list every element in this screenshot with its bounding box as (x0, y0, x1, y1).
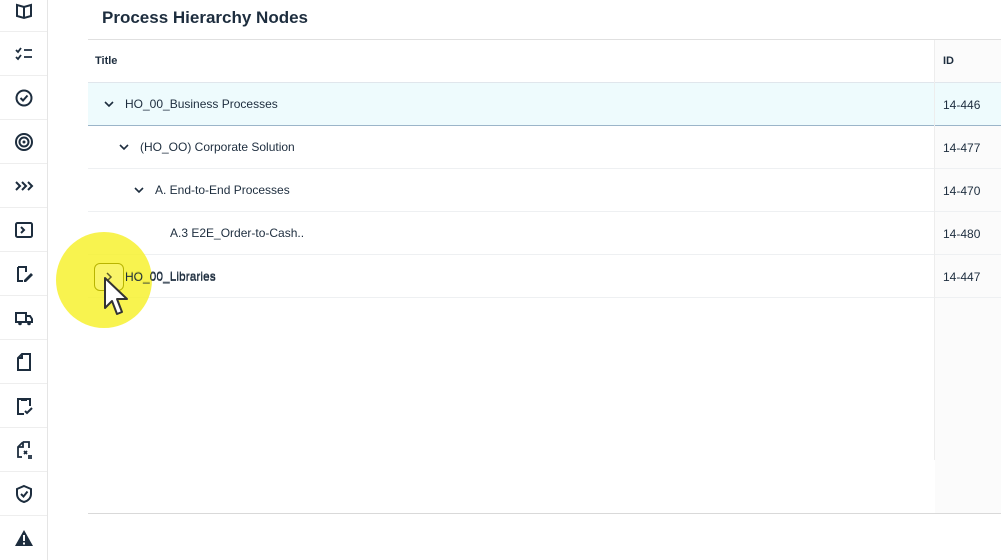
row-title: (HO_OO) Corporate Solution (140, 140, 295, 154)
sidebar-item-book[interactable] (0, 0, 47, 32)
document-icon (16, 352, 31, 371)
sidebar-rail (0, 0, 48, 560)
book-icon (15, 3, 32, 19)
shield-check-icon (15, 484, 32, 503)
row-title: HO_00_Business Processes (125, 97, 278, 111)
chevron-down-icon[interactable] (102, 97, 116, 111)
table-row[interactable]: HO_00_Business Processes 14-446 (88, 83, 1001, 126)
row-title-overlay: HO_00_Libraries (125, 270, 216, 284)
process-hierarchy-table: Title ID HO_00_Business Processes 14-446… (88, 39, 1001, 514)
row-id: 14-447 (943, 270, 981, 284)
sidebar-item-tasks[interactable] (0, 32, 47, 76)
checklist-icon (14, 46, 32, 60)
sidebar-item-shield[interactable] (0, 472, 47, 516)
edit-document-icon (16, 265, 33, 282)
clipboard-check-icon (16, 397, 33, 415)
table-row[interactable]: A. End-to-End Processes 14-470 (88, 169, 1001, 212)
sidebar-item-clipboard[interactable] (0, 384, 47, 428)
chevron-down-icon[interactable] (117, 140, 131, 154)
mouse-pointer-icon (104, 277, 128, 315)
sidebar-item-document[interactable] (0, 340, 47, 384)
divider (88, 513, 1001, 514)
row-id: 14-477 (943, 141, 981, 155)
table-row[interactable]: (HO_OO) Corporate Solution 14-477 (88, 126, 1001, 169)
warning-icon (14, 530, 33, 546)
badge-check-icon (15, 89, 32, 106)
sidebar-item-formula[interactable] (0, 428, 47, 472)
chevrons-right-icon (14, 180, 33, 191)
sidebar-item-approvals[interactable] (0, 76, 47, 120)
row-id: 14-446 (943, 98, 981, 112)
sidebar-item-goals[interactable] (0, 120, 47, 164)
target-icon (14, 132, 33, 151)
document-formula-icon (16, 440, 32, 459)
sidebar-item-delivery[interactable] (0, 296, 47, 340)
chevron-down-icon[interactable] (132, 183, 146, 197)
table-row[interactable]: HO_00_Libraries 14-447 (88, 255, 1001, 298)
sidebar-item-edit[interactable] (0, 252, 47, 296)
process-icon (14, 221, 33, 238)
sidebar-item-warning[interactable] (0, 516, 47, 560)
sidebar-item-process[interactable] (0, 208, 47, 252)
row-title: A. End-to-End Processes (155, 183, 290, 197)
page-title: Process Hierarchy Nodes (102, 8, 308, 27)
table-row[interactable]: A.3 E2E_Order-to-Cash.. 14-480 (88, 212, 1001, 255)
column-header-id[interactable]: ID (943, 55, 954, 67)
table-header: Title ID (88, 40, 1001, 83)
column-divider (934, 40, 935, 460)
row-id: 14-470 (943, 184, 981, 198)
truck-icon (14, 311, 33, 325)
row-title: A.3 E2E_Order-to-Cash.. (170, 226, 305, 240)
row-id: 14-480 (943, 227, 981, 241)
column-header-title[interactable]: Title (95, 55, 117, 67)
sidebar-item-flow[interactable] (0, 164, 47, 208)
